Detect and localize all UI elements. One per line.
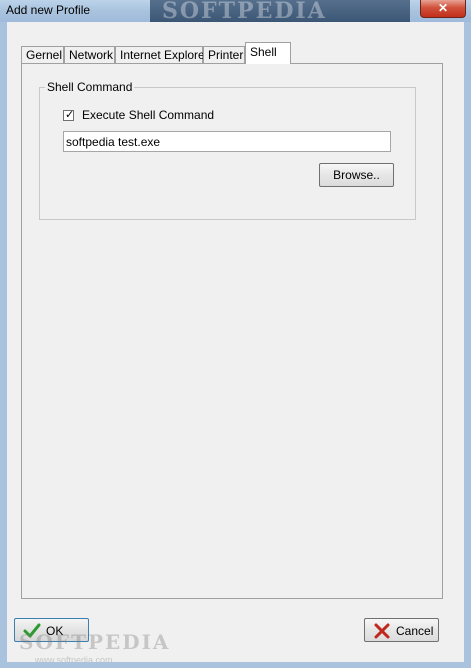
- execute-shell-command-checkbox[interactable]: ✓: [63, 109, 75, 121]
- dialog-client-area: Gernel Network Internet Explorer Printer…: [7, 22, 464, 665]
- check-icon: [23, 623, 41, 638]
- tab-printer-label: Printer: [208, 48, 244, 62]
- ok-button-label: OK: [46, 624, 64, 638]
- shell-command-input[interactable]: [63, 131, 391, 152]
- tab-internet-explorer-label: Internet Explorer: [120, 48, 209, 62]
- cancel-button-label: Cancel: [396, 624, 434, 638]
- tab-shell-label: Shell: [250, 45, 277, 59]
- tab-gernel-label: Gernel: [26, 48, 63, 62]
- tab-network-label: Network: [69, 48, 114, 62]
- tab-gernel[interactable]: Gernel: [21, 46, 64, 64]
- browse-button[interactable]: Browse..: [319, 163, 394, 187]
- window-title: Add new Profile: [6, 3, 91, 17]
- shell-command-group-label: Shell Command: [45, 80, 135, 94]
- title-bar: Add new Profile SOFTPEDIA ✕: [0, 0, 471, 22]
- window-frame-right: [464, 22, 471, 668]
- execute-shell-command-label: Execute Shell Command: [82, 108, 215, 122]
- x-icon: [374, 623, 390, 639]
- tab-network[interactable]: Network: [64, 46, 115, 64]
- check-icon: ✓: [65, 109, 75, 121]
- close-icon: ✕: [437, 1, 449, 15]
- window-frame-bottom: [0, 662, 471, 668]
- window-frame-left: [0, 22, 7, 668]
- ok-button[interactable]: OK: [14, 618, 89, 642]
- cancel-button[interactable]: Cancel: [364, 618, 439, 642]
- close-button[interactable]: ✕: [420, 0, 466, 18]
- tab-shell[interactable]: Shell: [245, 42, 291, 64]
- shell-command-group: Shell Command ✓ Execute Shell Command Br…: [39, 80, 416, 220]
- tab-internet-explorer[interactable]: Internet Explorer: [115, 46, 209, 64]
- title-watermark: SOFTPEDIA: [150, 0, 410, 22]
- tab-printer[interactable]: Printer: [203, 46, 245, 64]
- shell-tab-panel: Shell Command ✓ Execute Shell Command Br…: [21, 63, 443, 599]
